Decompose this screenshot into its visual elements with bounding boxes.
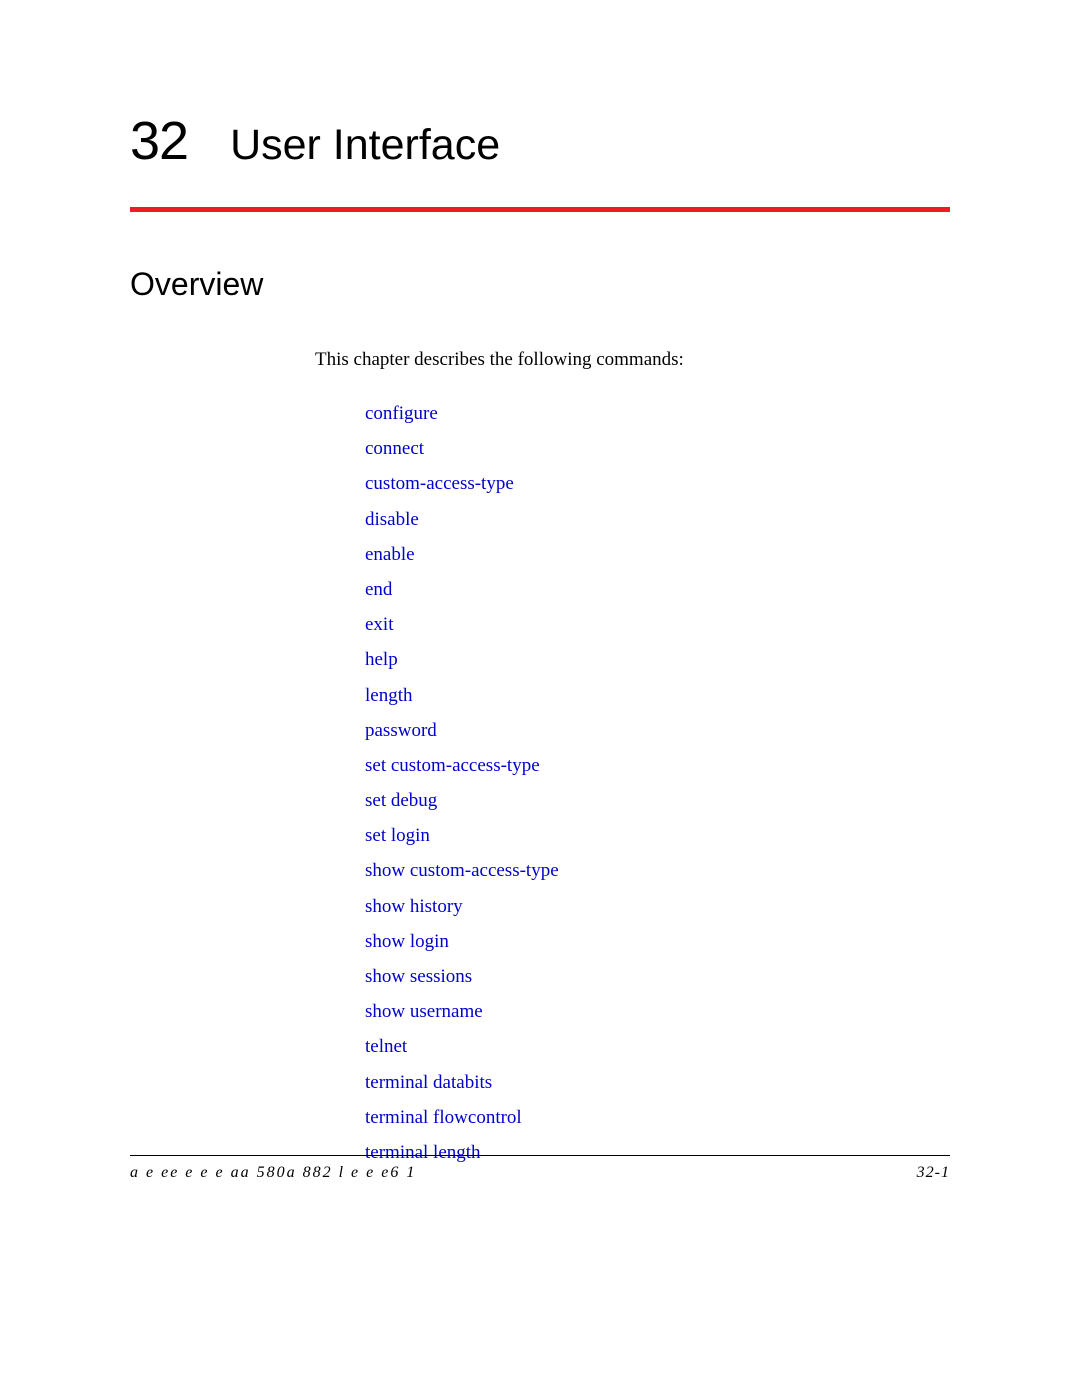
command-link-end[interactable]: end [365, 579, 392, 600]
list-item: set debug [365, 790, 950, 812]
list-item: show username [365, 1001, 950, 1023]
command-link-connect[interactable]: connect [365, 438, 424, 459]
command-link-configure[interactable]: configure [365, 403, 438, 424]
list-item: password [365, 720, 950, 742]
footer-page-number: 32-1 [917, 1164, 950, 1182]
command-link-terminal-flowcontrol[interactable]: terminal flowcontrol [365, 1107, 522, 1128]
command-link-disable[interactable]: disable [365, 509, 419, 530]
divider-red [130, 207, 950, 212]
command-link-set-custom-access-type[interactable]: set custom-access-type [365, 755, 540, 776]
list-item: enable [365, 544, 950, 566]
list-item: length [365, 685, 950, 707]
command-link-set-login[interactable]: set login [365, 825, 430, 846]
list-item: show history [365, 896, 950, 918]
list-item: terminal databits [365, 1072, 950, 1094]
list-item: help [365, 649, 950, 671]
footer-left: a e ee e e e aa 580a 882 l e e e6 1 [130, 1164, 416, 1182]
chapter-number: 32 [130, 110, 188, 172]
list-item: set custom-access-type [365, 755, 950, 777]
command-link-telnet[interactable]: telnet [365, 1036, 407, 1057]
command-link-show-sessions[interactable]: show sessions [365, 966, 472, 987]
list-item: configure [365, 403, 950, 425]
command-link-length[interactable]: length [365, 685, 413, 706]
intro-text: This chapter describes the following com… [315, 349, 950, 371]
command-link-terminal-databits[interactable]: terminal databits [365, 1072, 492, 1093]
list-item: exit [365, 614, 950, 636]
command-link-custom-access-type[interactable]: custom-access-type [365, 473, 514, 494]
command-link-password[interactable]: password [365, 720, 437, 741]
page-container: 32 User Interface Overview This chapter … [0, 0, 1080, 1164]
list-item: show login [365, 931, 950, 953]
command-link-help[interactable]: help [365, 649, 398, 670]
list-item: show custom-access-type [365, 860, 950, 882]
list-item: terminal flowcontrol [365, 1107, 950, 1129]
list-item: end [365, 579, 950, 601]
list-item: telnet [365, 1036, 950, 1058]
list-item: disable [365, 509, 950, 531]
command-link-exit[interactable]: exit [365, 614, 394, 635]
list-item: set login [365, 825, 950, 847]
command-link-enable[interactable]: enable [365, 544, 415, 565]
list-item: connect [365, 438, 950, 460]
page-footer: a e ee e e e aa 580a 882 l e e e6 1 32-1 [130, 1155, 950, 1182]
chapter-title: User Interface [230, 121, 500, 170]
command-link-show-login[interactable]: show login [365, 931, 449, 952]
list-item: custom-access-type [365, 473, 950, 495]
command-link-show-custom-access-type[interactable]: show custom-access-type [365, 860, 559, 881]
command-link-show-history[interactable]: show history [365, 896, 463, 917]
chapter-header: 32 User Interface [130, 110, 950, 172]
section-heading: Overview [130, 266, 950, 303]
command-link-show-username[interactable]: show username [365, 1001, 483, 1022]
command-list: configure connect custom-access-type dis… [130, 403, 950, 1164]
list-item: show sessions [365, 966, 950, 988]
command-link-set-debug[interactable]: set debug [365, 790, 437, 811]
